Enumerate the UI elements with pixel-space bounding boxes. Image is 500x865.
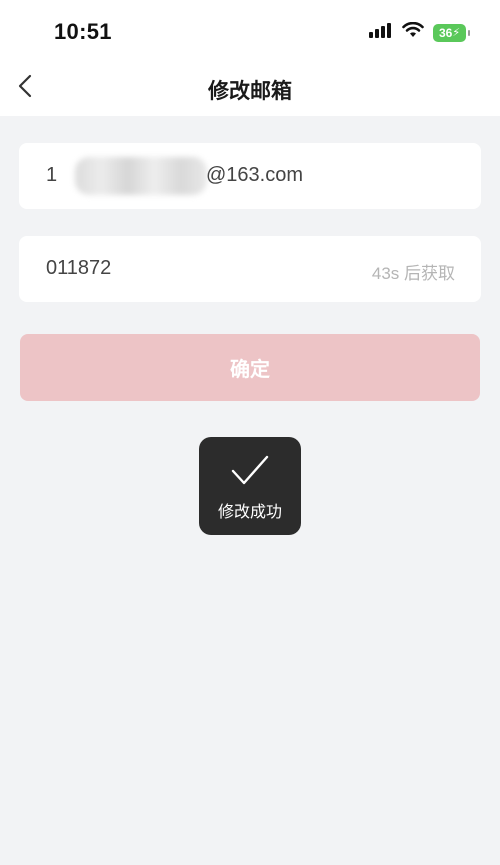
page-title: 修改邮箱 [208, 80, 292, 103]
status-icons: 36 ⚡ [369, 21, 470, 43]
charging-bolt-icon: ⚡ [452, 27, 461, 39]
status-time: 10:51 [54, 19, 112, 44]
status-bar: 10:51 36 ⚡ [0, 0, 500, 62]
resend-countdown: 43s 后获取 [371, 264, 455, 283]
toast-message: 修改成功 [217, 504, 282, 521]
nav-bar: 修改邮箱 [0, 62, 500, 116]
battery-charging-icon: 36 ⚡ [433, 23, 470, 42]
email-redaction-blur [75, 157, 207, 195]
checkmark-icon [230, 453, 270, 489]
confirm-button[interactable]: 确定 [20, 334, 480, 401]
screen: 10:51 36 ⚡ 修改邮箱 1 @163.com 011872 43s 后获… [0, 0, 500, 865]
email-prefix: 1 [46, 164, 58, 186]
battery-level: 36 [438, 25, 453, 40]
confirm-button-label: 确定 [230, 359, 270, 381]
wifi-icon [402, 21, 424, 43]
cellular-signal-icon [369, 22, 393, 43]
verification-code-field[interactable]: 011872 43s 后获取 [19, 236, 481, 302]
verification-code-value: 011872 [46, 257, 112, 279]
email-suffix: @163.com [206, 164, 304, 186]
success-toast: 修改成功 [199, 437, 301, 535]
email-field[interactable]: 1 @163.com [19, 143, 481, 209]
